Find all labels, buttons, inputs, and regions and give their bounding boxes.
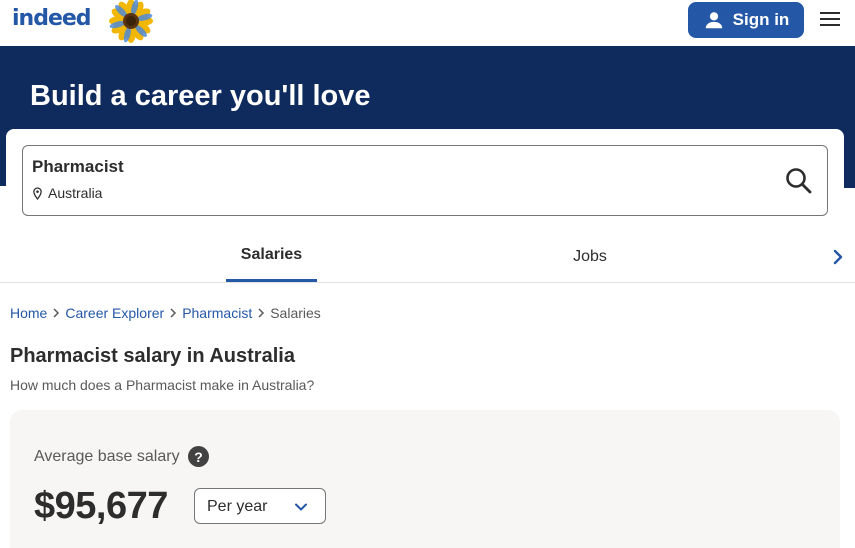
search-icon[interactable] bbox=[783, 165, 815, 197]
salary-value: $95,677 bbox=[34, 485, 168, 527]
breadcrumb: Home Career Explorer Pharmacist Salaries bbox=[10, 305, 321, 321]
search-where-value: Australia bbox=[48, 185, 103, 201]
search-where-input[interactable]: Australia bbox=[32, 185, 102, 201]
map-pin-icon bbox=[33, 186, 42, 200]
question-mark-icon[interactable]: ? bbox=[188, 446, 209, 467]
page-subtitle: How much does a Pharmacist make in Austr… bbox=[10, 377, 315, 393]
breadcrumb-home[interactable]: Home bbox=[10, 305, 47, 321]
breadcrumb-career-explorer[interactable]: Career Explorer bbox=[65, 305, 164, 321]
user-icon bbox=[705, 12, 722, 29]
search-what-input[interactable]: Pharmacist bbox=[32, 157, 124, 177]
chevron-right-icon bbox=[170, 308, 177, 318]
chevron-right-icon[interactable] bbox=[828, 247, 848, 267]
tab-salaries[interactable]: Salaries bbox=[226, 231, 317, 282]
breadcrumb-pharmacist[interactable]: Pharmacist bbox=[182, 305, 252, 321]
tab-bar: Salaries Jobs bbox=[0, 231, 855, 283]
chevron-right-icon bbox=[258, 308, 265, 318]
page-title: Pharmacist salary in Australia bbox=[10, 345, 295, 367]
chevron-down-icon bbox=[295, 503, 307, 511]
sign-in-button[interactable]: Sign in bbox=[688, 2, 804, 38]
sunflower-icon bbox=[109, 0, 153, 43]
hero-title: Build a career you'll love bbox=[30, 80, 371, 112]
breadcrumb-salaries: Salaries bbox=[270, 305, 321, 321]
sign-in-label: Sign in bbox=[732, 10, 790, 29]
page: indeed Sign in Build a career you'll lov… bbox=[0, 0, 855, 548]
pay-period-select[interactable]: Per year bbox=[194, 488, 326, 524]
search-box[interactable]: Pharmacist Australia bbox=[22, 145, 828, 216]
tab-jobs[interactable]: Jobs bbox=[545, 231, 635, 282]
average-salary-label: Average base salary bbox=[34, 448, 180, 465]
salary-card: Average base salary ? $95,677 Per year bbox=[10, 410, 840, 548]
indeed-logo[interactable]: indeed bbox=[12, 6, 92, 31]
chevron-right-icon bbox=[53, 308, 60, 318]
pay-period-value: Per year bbox=[207, 498, 268, 515]
top-bar: indeed Sign in bbox=[0, 0, 855, 46]
hamburger-menu-icon[interactable] bbox=[818, 8, 842, 32]
